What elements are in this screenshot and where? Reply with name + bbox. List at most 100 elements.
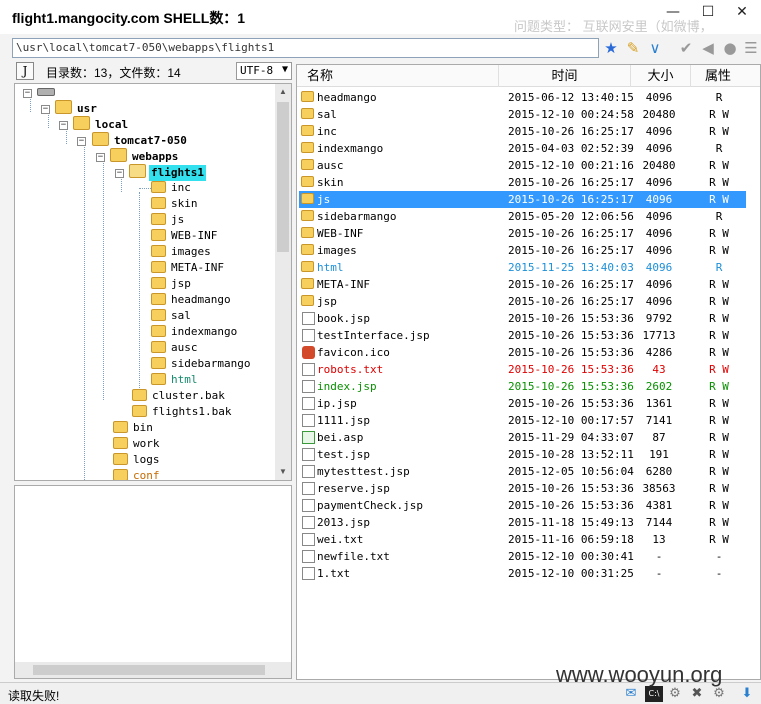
file-row[interactable]: images 2015-10-26 16:25:17 4096 R W — [299, 242, 746, 259]
file-row[interactable]: favicon.ico 2015-10-26 15:53:36 4286 R W — [299, 344, 746, 361]
scroll-up-icon[interactable]: ▲ — [275, 84, 291, 100]
folder-icon — [301, 193, 314, 204]
scroll-down-icon[interactable]: ▼ — [275, 464, 291, 480]
file-row[interactable]: mytesttest.jsp 2015-12-05 10:56:04 6280 R W — [299, 463, 746, 480]
tree-node-child[interactable]: skin — [151, 196, 200, 212]
chevron-down-icon[interactable]: ∨ — [645, 38, 665, 58]
path-input[interactable]: \usr\local\tomcat7-050\webapps\flights1 — [12, 38, 599, 58]
column-attr[interactable]: 属性 — [691, 65, 745, 87]
document-icon[interactable]: J — [16, 62, 34, 80]
back-arrow-icon[interactable]: ◀ — [698, 38, 718, 58]
gear-icon[interactable]: ⚙ — [666, 686, 684, 702]
file-row[interactable]: 1.txt 2015-12-10 00:31:25 - - — [299, 565, 746, 582]
maximize-button[interactable]: ☐ — [690, 0, 726, 24]
column-time[interactable]: 时间 — [499, 65, 631, 87]
tree-node-child[interactable]: inc — [151, 180, 193, 196]
tree-node-child[interactable]: ausc — [151, 340, 200, 356]
file-row[interactable]: indexmango 2015-04-03 02:52:39 4096 R — [299, 140, 746, 157]
column-size[interactable]: 大小 — [631, 65, 691, 87]
file-size: 13 — [652, 533, 666, 546]
tree-node-child[interactable]: images — [151, 244, 213, 260]
collapse-toggle[interactable]: − — [96, 153, 105, 162]
tree-node-child[interactable]: headmango — [151, 292, 233, 308]
settings-icon[interactable]: ⚙ — [710, 686, 728, 702]
user-icon[interactable]: ● — [720, 38, 740, 58]
file-row[interactable]: META-INF 2015-10-26 16:25:17 4096 R W — [299, 276, 746, 293]
tree-node-root[interactable] — [37, 84, 55, 100]
tree-node-child[interactable]: html — [151, 372, 200, 388]
tree-node-tomcat-child[interactable]: logs — [113, 452, 162, 468]
file-row[interactable]: inc 2015-10-26 16:25:17 4096 R W — [299, 123, 746, 140]
check-icon[interactable]: ✔ — [676, 38, 696, 58]
file-size: 7141 — [645, 414, 673, 427]
file-row[interactable]: html 2015-11-25 13:40:03 4096 R — [299, 259, 746, 276]
download-icon[interactable]: ⬇ — [738, 686, 756, 702]
jsp-file-icon — [302, 329, 315, 342]
column-name[interactable]: 名称 — [297, 65, 499, 87]
file-row[interactable]: robots.txt 2015-10-26 15:53:36 43 R W — [299, 361, 746, 378]
file-row[interactable]: paymentCheck.jsp 2015-10-26 15:53:36 4381 R… — [299, 497, 746, 514]
file-row[interactable]: skin 2015-10-26 16:25:17 4096 R W — [299, 174, 746, 191]
file-row[interactable]: test.jsp 2015-10-28 13:52:11 191 R W — [299, 446, 746, 463]
settings-icon[interactable]: ☰ — [741, 38, 761, 58]
tree-node-tomcat[interactable]: tomcat7-050 — [92, 132, 189, 148]
tree-node-webapps[interactable]: webapps — [110, 148, 180, 164]
file-row[interactable]: 2013.jsp 2015-11-18 15:49:13 7144 R W — [299, 514, 746, 531]
tools-icon[interactable]: ✖ — [688, 686, 706, 702]
cmd-icon[interactable]: C:\ — [645, 686, 663, 702]
file-row[interactable]: jsp 2015-10-26 16:25:17 4096 R W — [299, 293, 746, 310]
folder-icon — [151, 229, 166, 241]
tree-node-local[interactable]: local — [73, 116, 130, 132]
tree-node-child[interactable]: js — [151, 212, 186, 228]
file-row[interactable]: reserve.jsp 2015-10-26 15:53:36 38563 R W — [299, 480, 746, 497]
edit-pencil-icon[interactable]: ✎ — [623, 38, 643, 58]
encoding-select[interactable]: UTF-8 ▼ — [236, 62, 292, 80]
collapse-toggle[interactable]: − — [23, 89, 32, 98]
file-name: newfile.txt — [317, 550, 390, 563]
minimize-button[interactable]: — — [655, 0, 691, 24]
file-row[interactable]: testInterface.jsp 2015-10-26 15:53:36 1771… — [299, 327, 746, 344]
scroll-thumb[interactable] — [277, 102, 289, 252]
file-row[interactable]: 1111.jsp 2015-12-10 00:17:57 7141 R W — [299, 412, 746, 429]
tree-node-tomcat-child[interactable]: work — [113, 436, 162, 452]
close-button[interactable]: ✕ — [724, 0, 760, 24]
folder-icon — [132, 389, 147, 401]
file-row[interactable]: book.jsp 2015-10-26 15:53:36 9792 R W — [299, 310, 746, 327]
tree-node-child[interactable]: jsp — [151, 276, 193, 292]
file-row[interactable]: WEB-INF 2015-10-26 16:25:17 4096 R W — [299, 225, 746, 242]
tree-node-usr[interactable]: usr — [55, 100, 99, 116]
collapse-toggle[interactable]: − — [77, 137, 86, 146]
tree-node-tomcat-child[interactable]: bin — [113, 420, 155, 436]
file-row[interactable]: sal 2015-12-10 00:24:58 20480 R W — [299, 106, 746, 123]
tree-node-flights1[interactable]: flights1 — [129, 164, 206, 181]
file-row[interactable]: wei.txt 2015-11-16 06:59:18 13 R W — [299, 531, 746, 548]
file-row[interactable]: ip.jsp 2015-10-26 15:53:36 1361 R W — [299, 395, 746, 412]
collapse-toggle[interactable]: − — [41, 105, 50, 114]
collapse-toggle[interactable]: − — [115, 169, 124, 178]
tree-node-sibling[interactable]: flights1.bak — [132, 404, 233, 420]
bookmark-star-icon[interactable]: ★ — [601, 38, 621, 58]
file-row[interactable]: js 2015-10-26 16:25:17 4096 R W — [299, 191, 746, 208]
tree-node-child[interactable]: WEB-INF — [151, 228, 219, 244]
file-row[interactable]: index.jsp 2015-10-26 15:53:36 2602 R W — [299, 378, 746, 395]
file-size: 4096 — [645, 261, 673, 274]
tree-node-sibling[interactable]: cluster.bak — [132, 388, 227, 404]
scroll-thumb[interactable] — [33, 665, 265, 675]
file-row[interactable]: sidebarmango 2015-05-20 12:06:56 4096 R — [299, 208, 746, 225]
file-size: 4096 — [645, 227, 673, 240]
mail-icon[interactable]: ✉ — [622, 686, 640, 702]
file-size: 4381 — [645, 499, 673, 512]
tree-scrollbar[interactable]: ▲ ▼ — [275, 84, 291, 480]
tree-node-child[interactable]: sal — [151, 308, 193, 324]
file-row[interactable]: ausc 2015-12-10 00:21:16 20480 R W — [299, 157, 746, 174]
file-row[interactable]: newfile.txt 2015-12-10 00:30:41 - - — [299, 548, 746, 565]
jsp-file-icon — [302, 482, 315, 495]
file-row[interactable]: bei.asp 2015-11-29 04:33:07 87 R W — [299, 429, 746, 446]
file-row[interactable]: headmango 2015-06-12 13:40:15 4096 R — [299, 89, 746, 106]
tree-node-child[interactable]: sidebarmango — [151, 356, 252, 372]
tree-node-tomcat-child[interactable]: conf — [113, 468, 162, 480]
tree-node-child[interactable]: indexmango — [151, 324, 239, 340]
horizontal-scrollbar[interactable] — [15, 662, 291, 678]
tree-node-child[interactable]: META-INF — [151, 260, 226, 276]
collapse-toggle[interactable]: − — [59, 121, 68, 130]
